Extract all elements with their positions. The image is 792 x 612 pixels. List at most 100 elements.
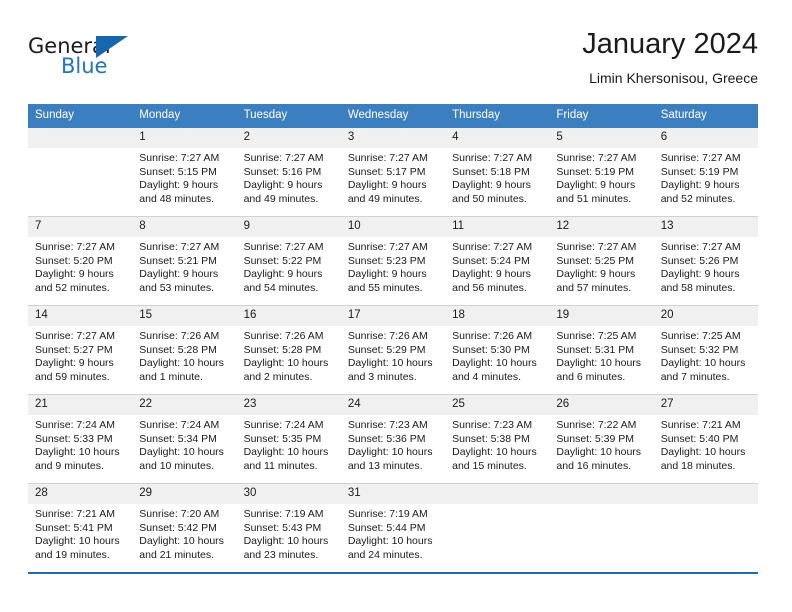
- sunset-text: Sunset: 5:29 PM: [347, 343, 426, 356]
- calendar-body: 1 Sunrise: 7:27 AM Sunset: 5:15 PM Daylight…: [28, 128, 758, 572]
- calendar-day-cell[interactable]: 9 Sunrise: 7:27 AM Sunset: 5:22 PM Daylight…: [236, 216, 341, 306]
- sunrise-text: Sunrise: 7:20 AM: [139, 508, 220, 520]
- calendar-week-row: 7 Sunrise: 7:27 AM Sunset: 5:20 PM Daylight…: [28, 216, 758, 306]
- sunset-text: Sunset: 5:15 PM: [139, 165, 217, 178]
- calendar-day-cell[interactable]: 16 Sunrise: 7:26 AM Sunset: 5:28 PM Dayligh…: [236, 305, 341, 395]
- day-number: 26: [549, 395, 654, 415]
- day-number: 17: [340, 306, 446, 326]
- calendar-day-cell[interactable]: 4 Sunrise: 7:27 AM Sunset: 5:18 PM Daylight…: [445, 128, 550, 217]
- calendar-day-cell[interactable]: 3 Sunrise: 7:27 AM Sunset: 5:17 PM Daylight…: [340, 128, 446, 217]
- sunrise-text: Sunrise: 7:27 AM: [35, 330, 115, 342]
- calendar-day-cell[interactable]: 7 Sunrise: 7:27 AM Sunset: 5:20 PM Daylight…: [28, 216, 133, 306]
- sunset-text: Sunset: 5:22 PM: [243, 254, 322, 267]
- day-sun-info: Sunrise: 7:23 AM Sunset: 5:36 PM Daylight:…: [341, 415, 445, 473]
- calendar-day-cell[interactable]: 17 Sunrise: 7:26 AM Sunset: 5:29 PM Dayligh…: [340, 305, 446, 395]
- day-number: 21: [28, 395, 133, 415]
- calendar-day-cell[interactable]: 8 Sunrise: 7:27 AM Sunset: 5:21 PM Daylight…: [132, 216, 237, 306]
- calendar-table: Sunday Monday Tuesday Wednesday Thursday…: [28, 104, 758, 572]
- calendar-day-cell[interactable]: 12 Sunrise: 7:27 AM Sunset: 5:25 PM Dayligh…: [549, 216, 654, 306]
- daylight-text: Daylight: 9 hours and 50 minutes.: [452, 179, 531, 205]
- sunrise-text: Sunrise: 7:22 AM: [556, 419, 637, 431]
- day-number: 8: [132, 217, 237, 237]
- day-number: 27: [653, 395, 758, 415]
- calendar-day-cell[interactable]: 18 Sunrise: 7:26 AM Sunset: 5:30 PM Dayligh…: [445, 305, 550, 395]
- day-sun-info: Sunrise: 7:24 AM Sunset: 5:35 PM Daylight:…: [237, 415, 341, 473]
- sunrise-text: Sunrise: 7:27 AM: [452, 152, 533, 164]
- sunset-text: Sunset: 5:24 PM: [452, 254, 530, 267]
- calendar-day-cell[interactable]: 30 Sunrise: 7:19 AM Sunset: 5:43 PM Dayligh…: [236, 483, 341, 572]
- calendar-day-cell[interactable]: 29 Sunrise: 7:20 AM Sunset: 5:42 PM Dayligh…: [132, 483, 237, 572]
- sunrise-text: Sunrise: 7:23 AM: [452, 419, 533, 431]
- day-number: 29: [132, 484, 237, 504]
- daylight-text: Daylight: 9 hours and 52 minutes.: [660, 179, 740, 205]
- day-number: [445, 484, 550, 504]
- sunset-text: Sunset: 5:23 PM: [347, 254, 426, 267]
- calendar-day-cell[interactable]: 14 Sunrise: 7:27 AM Sunset: 5:27 PM Dayligh…: [28, 305, 133, 395]
- calendar-day-cell[interactable]: 6 Sunrise: 7:27 AM Sunset: 5:19 PM Daylight…: [653, 128, 758, 217]
- calendar-day-cell[interactable]: 19 Sunrise: 7:25 AM Sunset: 5:31 PM Dayligh…: [549, 305, 654, 395]
- calendar-day-cell[interactable]: 26 Sunrise: 7:22 AM Sunset: 5:39 PM Dayligh…: [549, 394, 654, 484]
- sunset-text: Sunset: 5:20 PM: [35, 254, 113, 267]
- day-number: 23: [236, 395, 341, 415]
- sunset-text: Sunset: 5:41 PM: [35, 521, 113, 534]
- sunrise-text: Sunrise: 7:26 AM: [452, 330, 533, 342]
- calendar-day-cell[interactable]: 1 Sunrise: 7:27 AM Sunset: 5:15 PM Daylight…: [132, 128, 237, 217]
- day-number: 3: [340, 128, 446, 148]
- calendar-day-cell[interactable]: 21 Sunrise: 7:24 AM Sunset: 5:33 PM Dayligh…: [28, 394, 133, 484]
- daylight-text: Daylight: 10 hours and 2 minutes.: [243, 357, 329, 383]
- daylight-text: Daylight: 10 hours and 15 minutes.: [452, 446, 537, 472]
- day-number: 24: [340, 395, 446, 415]
- daylight-text: Daylight: 9 hours and 54 minutes.: [243, 268, 323, 294]
- sunrise-text: Sunrise: 7:26 AM: [347, 330, 428, 342]
- logo-text-blue: Blue: [61, 54, 108, 78]
- calendar-container: Sunday Monday Tuesday Wednesday Thursday…: [28, 104, 758, 574]
- calendar-day-cell[interactable]: 11 Sunrise: 7:27 AM Sunset: 5:24 PM Dayligh…: [445, 216, 550, 306]
- day-number: 9: [236, 217, 341, 237]
- sunrise-text: Sunrise: 7:23 AM: [347, 419, 428, 431]
- day-sun-info: Sunrise: 7:19 AM Sunset: 5:44 PM Daylight:…: [341, 504, 445, 562]
- daylight-text: Daylight: 9 hours and 59 minutes.: [35, 357, 114, 383]
- day-number: [653, 484, 758, 504]
- sunset-text: Sunset: 5:19 PM: [556, 165, 635, 178]
- day-number: 15: [132, 306, 237, 326]
- calendar-day-cell[interactable]: 25 Sunrise: 7:23 AM Sunset: 5:38 PM Dayligh…: [445, 394, 550, 484]
- day-sun-info: Sunrise: 7:25 AM Sunset: 5:31 PM Daylight:…: [549, 326, 653, 384]
- calendar-day-cell[interactable]: 23 Sunrise: 7:24 AM Sunset: 5:35 PM Dayligh…: [236, 394, 341, 484]
- day-number: 25: [445, 395, 550, 415]
- calendar-day-cell[interactable]: 20 Sunrise: 7:25 AM Sunset: 5:32 PM Dayligh…: [653, 305, 758, 395]
- day-sun-info: Sunrise: 7:27 AM Sunset: 5:27 PM Daylight:…: [28, 326, 132, 384]
- sunset-text: Sunset: 5:44 PM: [347, 521, 426, 534]
- weekday-header-thursday: Thursday: [445, 104, 550, 128]
- calendar-day-cell[interactable]: 5 Sunrise: 7:27 AM Sunset: 5:19 PM Daylight…: [549, 128, 654, 217]
- day-number: 20: [653, 306, 758, 326]
- calendar-day-cell[interactable]: 24 Sunrise: 7:23 AM Sunset: 5:36 PM Dayligh…: [340, 394, 446, 484]
- day-number: [549, 484, 654, 504]
- day-number: 19: [549, 306, 654, 326]
- daylight-text: Daylight: 10 hours and 24 minutes.: [347, 535, 433, 561]
- sunset-text: Sunset: 5:33 PM: [35, 432, 113, 445]
- calendar-day-cell[interactable]: 10 Sunrise: 7:27 AM Sunset: 5:23 PM Dayligh…: [340, 216, 446, 306]
- day-sun-info: Sunrise: 7:27 AM Sunset: 5:22 PM Daylight:…: [237, 237, 341, 295]
- sunset-text: Sunset: 5:26 PM: [660, 254, 739, 267]
- day-sun-info: Sunrise: 7:24 AM Sunset: 5:33 PM Daylight:…: [28, 415, 132, 473]
- calendar-day-cell[interactable]: 2 Sunrise: 7:27 AM Sunset: 5:16 PM Daylight…: [236, 128, 341, 217]
- calendar-day-cell[interactable]: 15 Sunrise: 7:26 AM Sunset: 5:28 PM Dayligh…: [132, 305, 237, 395]
- calendar-day-cell[interactable]: 22 Sunrise: 7:24 AM Sunset: 5:34 PM Dayligh…: [132, 394, 237, 484]
- weekday-header-row: Sunday Monday Tuesday Wednesday Thursday…: [28, 104, 758, 128]
- day-number: 31: [340, 484, 446, 504]
- weekday-header-sunday: Sunday: [28, 104, 133, 128]
- calendar-week-row: 21 Sunrise: 7:24 AM Sunset: 5:33 PM Dayligh…: [28, 394, 758, 484]
- calendar-day-cell[interactable]: 31 Sunrise: 7:19 AM Sunset: 5:44 PM Dayligh…: [340, 483, 446, 572]
- calendar-day-cell[interactable]: 28 Sunrise: 7:21 AM Sunset: 5:41 PM Dayligh…: [28, 483, 133, 572]
- general-blue-logo[interactable]: General Blue: [28, 34, 138, 84]
- day-sun-info: Sunrise: 7:20 AM Sunset: 5:42 PM Daylight:…: [132, 504, 236, 562]
- daylight-text: Daylight: 9 hours and 53 minutes.: [139, 268, 219, 294]
- sunset-text: Sunset: 5:36 PM: [347, 432, 426, 445]
- sunrise-text: Sunrise: 7:27 AM: [139, 241, 220, 253]
- calendar-day-cell[interactable]: 13 Sunrise: 7:27 AM Sunset: 5:26 PM Dayligh…: [653, 216, 758, 306]
- sunrise-text: Sunrise: 7:27 AM: [452, 241, 533, 253]
- sunset-text: Sunset: 5:32 PM: [660, 343, 739, 356]
- calendar-day-cell[interactable]: 27 Sunrise: 7:21 AM Sunset: 5:40 PM Dayligh…: [653, 394, 758, 484]
- day-sun-info: Sunrise: 7:26 AM Sunset: 5:29 PM Daylight:…: [341, 326, 445, 384]
- sunrise-text: Sunrise: 7:27 AM: [243, 152, 324, 164]
